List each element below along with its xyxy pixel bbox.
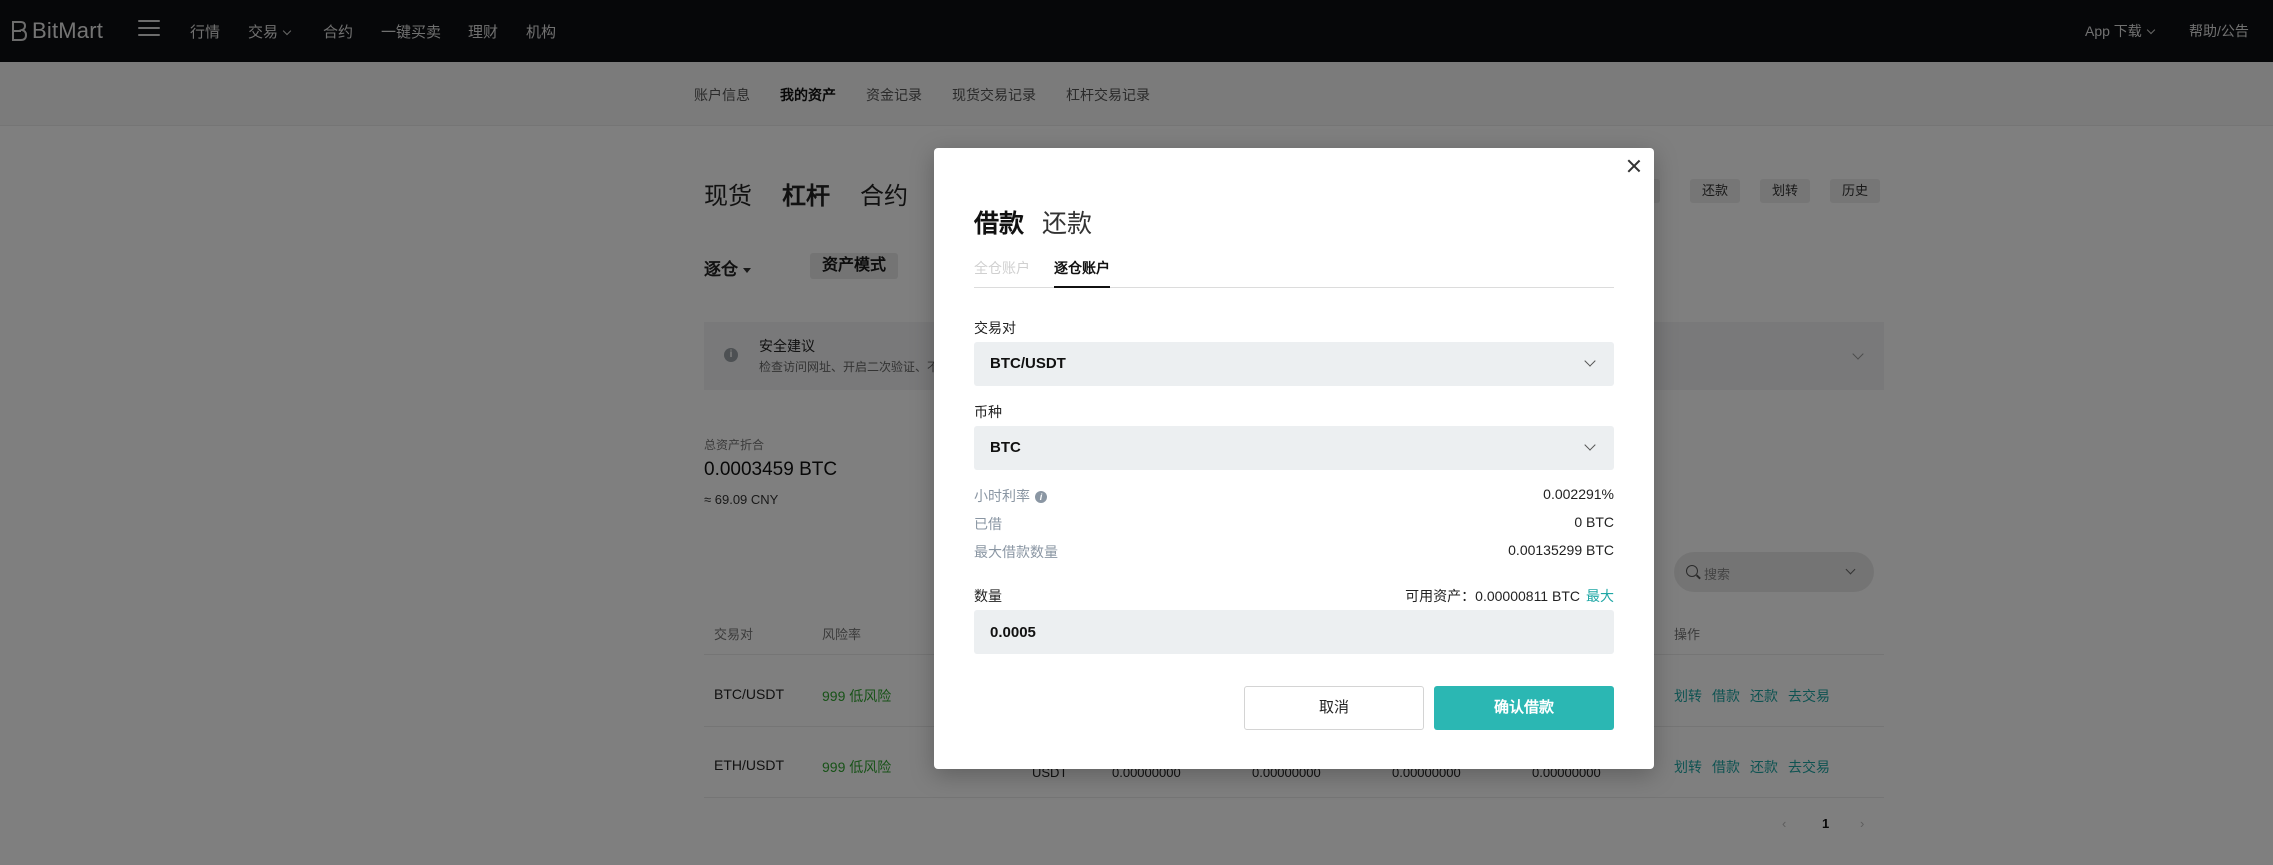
borrow-modal: 借款 还款 全仓账户 逐仓账户 交易对 BTC/USDT 币种 BTC 小时利率…	[934, 148, 1654, 769]
borrowed-label: 已借	[974, 516, 1002, 532]
borrowed-row: 已借 0 BTC	[974, 514, 1614, 534]
max-borrow-value: 0.00135299 BTC	[1508, 542, 1614, 558]
account-tabs: 全仓账户 逐仓账户	[974, 258, 1614, 288]
max-borrow-label: 最大借款数量	[974, 544, 1058, 560]
pair-label: 交易对	[974, 320, 1016, 336]
tab-isolated-account[interactable]: 逐仓账户	[1054, 258, 1110, 288]
max-button[interactable]: 最大	[1586, 588, 1614, 604]
tab-repay[interactable]: 还款	[1042, 204, 1092, 240]
hourly-rate-value: 0.002291%	[1543, 486, 1614, 502]
quantity-label: 数量	[974, 588, 1002, 604]
hourly-rate-label: 小时利率	[974, 488, 1030, 504]
close-icon[interactable]	[1626, 158, 1642, 174]
max-borrow-row: 最大借款数量 0.00135299 BTC	[974, 542, 1614, 562]
cancel-button[interactable]: 取消	[1244, 686, 1424, 730]
coin-select[interactable]: BTC	[974, 426, 1614, 470]
available-label: 可用资产：	[1405, 588, 1476, 604]
tab-cross-account[interactable]: 全仓账户	[974, 258, 1030, 286]
available-assets: 可用资产：0.00000811 BTC 最大	[1405, 586, 1614, 606]
chevron-down-icon	[1584, 439, 1596, 451]
info-icon[interactable]: i	[1035, 491, 1047, 503]
available-value: 0.00000811 BTC	[1475, 588, 1580, 604]
quantity-input[interactable]	[974, 610, 1614, 654]
tab-borrow[interactable]: 借款	[974, 204, 1024, 240]
coin-select-value: BTC	[990, 439, 1021, 456]
hourly-rate-key: 小时利率 i	[974, 486, 1047, 506]
chevron-down-icon	[1584, 355, 1596, 367]
coin-label: 币种	[974, 404, 1002, 420]
pair-select[interactable]: BTC/USDT	[974, 342, 1614, 386]
hourly-rate-row: 小时利率 i 0.002291%	[974, 486, 1614, 506]
borrowed-value: 0 BTC	[1574, 514, 1614, 530]
pair-select-value: BTC/USDT	[990, 355, 1066, 372]
confirm-borrow-button[interactable]: 确认借款	[1434, 686, 1614, 730]
